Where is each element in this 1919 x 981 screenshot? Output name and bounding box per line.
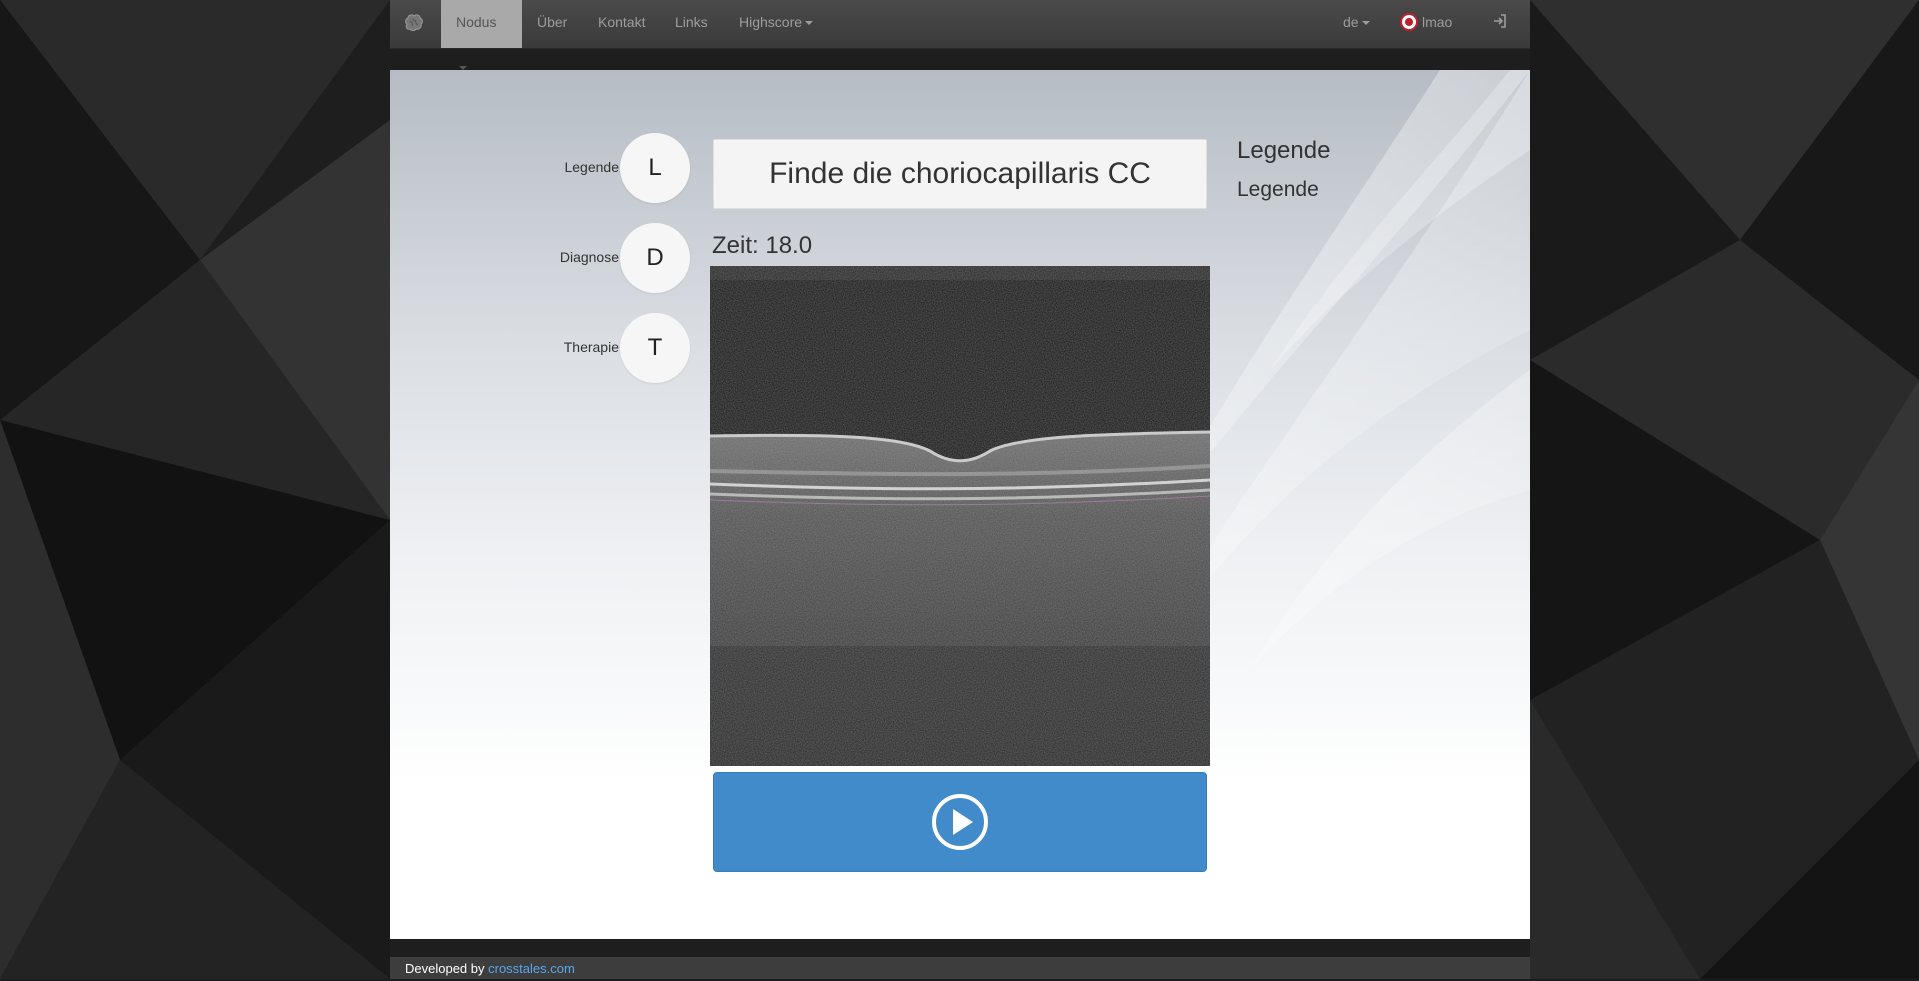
nav-kontakt-label: Kontakt: [598, 14, 646, 30]
user-menu[interactable]: lmao: [1385, 0, 1467, 48]
timer-display: Zeit: 18.0: [712, 232, 813, 259]
nav-ueber[interactable]: Über: [522, 0, 582, 48]
language-label: de: [1343, 14, 1359, 30]
nav-highscore[interactable]: Highscore: [724, 0, 828, 48]
diagnose-circle-button[interactable]: D: [620, 223, 690, 293]
footer-text: Developed by: [405, 961, 489, 976]
sidebar-item-diagnose[interactable]: Diagnose D: [390, 223, 690, 293]
language-dropdown[interactable]: de: [1328, 0, 1385, 48]
login-button[interactable]: [1477, 0, 1523, 48]
nav-highscore-label: Highscore: [739, 14, 803, 30]
legend-heading: Legende: [1237, 137, 1331, 164]
user-avatar-icon: [1400, 13, 1418, 32]
oct-scan-image[interactable]: [710, 266, 1210, 766]
therapie-circle-button[interactable]: T: [620, 313, 690, 383]
nav-links[interactable]: Links: [660, 0, 723, 48]
sidebar-item-label: Therapie: [563, 339, 619, 355]
nav-nodus-label: Nodus: [456, 14, 497, 30]
sidebar-item-legende[interactable]: Legende L: [390, 133, 690, 203]
play-circle-icon: [932, 794, 988, 850]
footer-link[interactable]: crosstales.com: [488, 961, 575, 976]
legend-subheading: Legende: [1237, 178, 1319, 201]
footer: Developed by crosstales.com: [390, 957, 1530, 979]
chevron-down-icon: [805, 21, 814, 26]
sign-in-icon: [1494, 14, 1506, 29]
nav-links-label: Links: [675, 14, 708, 30]
sidebar-item-therapie[interactable]: Therapie T: [390, 313, 690, 383]
legende-circle-button[interactable]: L: [620, 133, 690, 203]
user-name: lmao: [1422, 14, 1453, 30]
task-prompt: Finde die choriocapillaris CC: [713, 139, 1207, 209]
nav-nodus[interactable]: Nodus: [441, 0, 522, 71]
sidebar-item-label: Diagnose: [559, 249, 619, 265]
play-button[interactable]: [713, 772, 1207, 872]
nav-kontakt[interactable]: Kontakt: [583, 0, 660, 48]
top-navbar: Nodus Über Kontakt Links Highscore de lm…: [390, 0, 1530, 71]
nav-ueber-label: Über: [537, 14, 568, 30]
sidebar-item-label: Legende: [564, 159, 619, 175]
brain-icon[interactable]: [402, 12, 426, 36]
main-panel: Legende L Diagnose D Therapie T Finde di…: [390, 70, 1530, 939]
chevron-down-icon: [1361, 21, 1370, 26]
